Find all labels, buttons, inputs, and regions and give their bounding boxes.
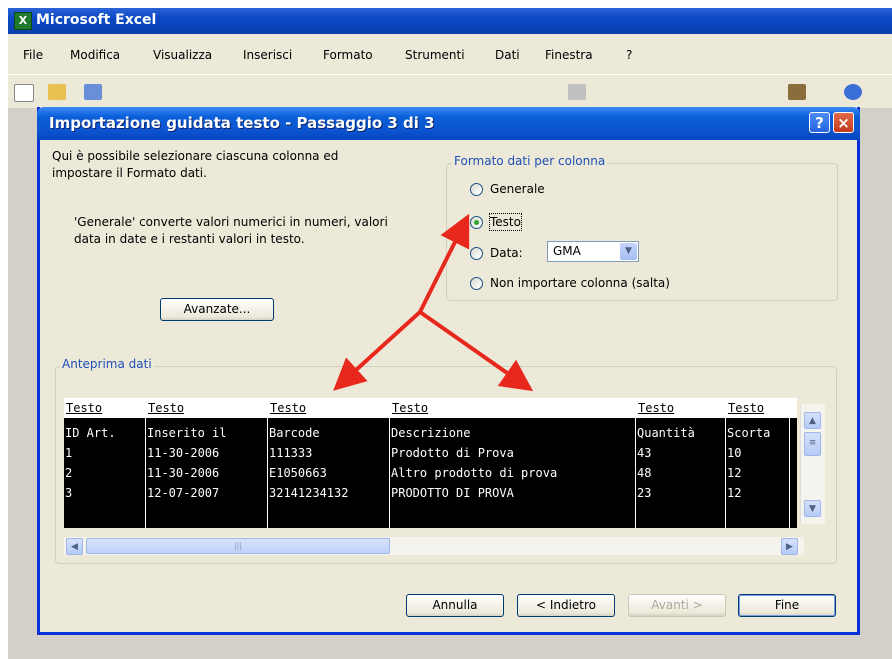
arrow-to-testo bbox=[418, 213, 470, 314]
arrow-to-column bbox=[333, 310, 422, 391]
annotation-arrows bbox=[333, 213, 534, 392]
arrow-to-column bbox=[418, 310, 534, 392]
